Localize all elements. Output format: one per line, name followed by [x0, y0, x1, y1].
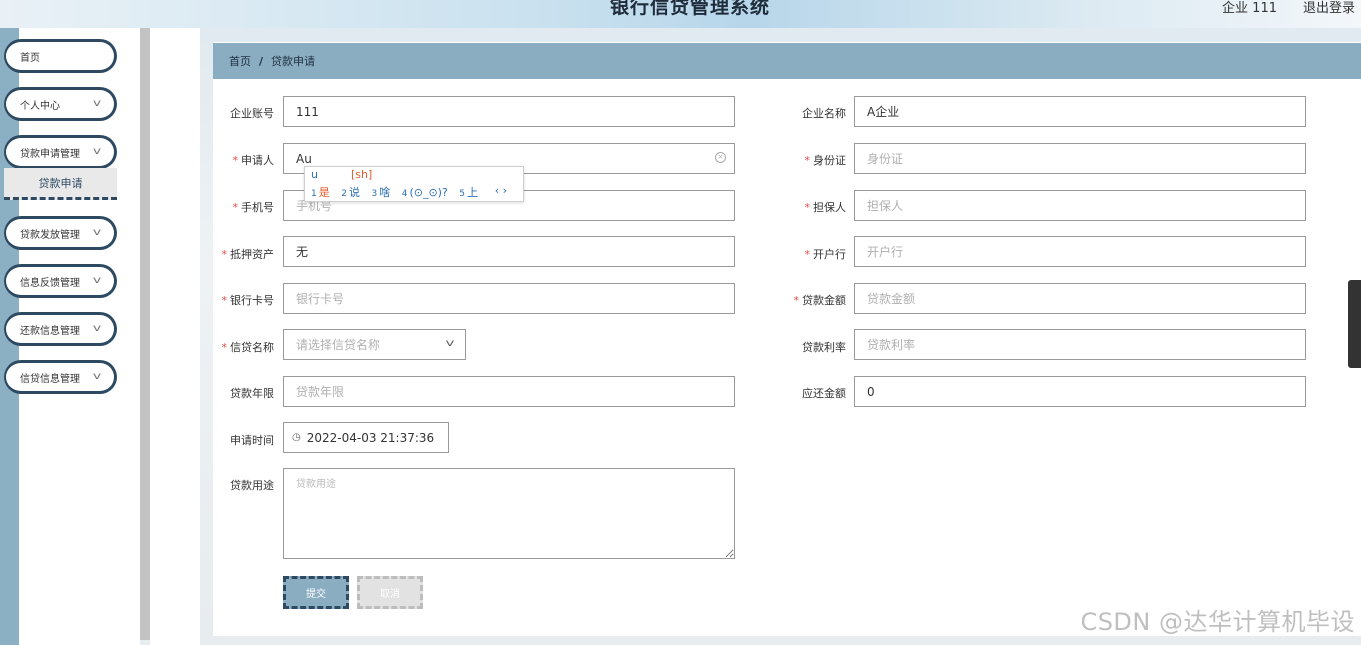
collateral-label: * 抵押资产 — [221, 248, 275, 261]
sidebar-item-feedback[interactable]: 信息反馈管理 v — [4, 264, 117, 298]
company-account-label: 企业账号 — [230, 107, 274, 120]
sidebar-item-label: 还款信息管理 — [20, 325, 80, 337]
sidebar-item-label: 首页 — [20, 52, 40, 64]
chevron-down-icon: v — [92, 227, 102, 238]
card-no-label: * 银行卡号 — [221, 294, 275, 307]
scrollbar-handle[interactable] — [1348, 280, 1361, 368]
apply-time-value: 2022-04-03 21:37:36 — [306, 430, 435, 445]
applicant-value: Au — [296, 151, 312, 166]
applicant-label: * 申请人 — [232, 154, 275, 167]
sidebar-item-label: 信息反馈管理 — [20, 277, 80, 289]
sidebar-item-credit-info[interactable]: 信贷信息管理 v — [4, 360, 117, 394]
ime-candidate[interactable]: 2说 — [341, 186, 360, 199]
breadcrumb-separator: / — [259, 54, 264, 68]
top-header: 银行信贷管理系统 企业 111 退出登录 — [0, 0, 1361, 28]
credit-name-label: * 信贷名称 — [221, 341, 275, 354]
system-title: 银行信贷管理系统 — [609, 0, 770, 18]
submenu-item-loan-apply[interactable]: 贷款申请 — [4, 168, 117, 200]
id-card-label: * 身份证 — [804, 154, 847, 167]
ime-candidate[interactable]: 3啥 — [371, 186, 390, 199]
payable-label: 应还金额 — [802, 387, 846, 400]
payable-field[interactable]: 0 — [854, 376, 1306, 407]
company-name-label: 企业名称 — [802, 107, 846, 120]
rate-label: 贷款利率 — [802, 341, 846, 354]
ime-candidate[interactable]: 4 (⊙_⊙)? — [402, 186, 448, 199]
clear-icon[interactable]: × — [715, 152, 726, 163]
company-account-field[interactable]: 111 — [283, 96, 735, 127]
sidebar-item-personal-center[interactable]: 个人中心 v — [4, 87, 117, 121]
chevron-down-icon: v — [92, 371, 102, 382]
sidebar-item-label: 贷款发放管理 — [20, 229, 80, 241]
apply-time-field[interactable]: ◷ 2022-04-03 21:37:36 — [283, 422, 449, 453]
rate-field[interactable]: 贷款利率 — [854, 329, 1306, 360]
sidebar-item-home[interactable]: 首页 — [4, 39, 117, 73]
cancel-button[interactable]: 取消 — [357, 576, 423, 609]
chevron-down-icon: v — [92, 323, 102, 334]
ime-candidate[interactable]: 5上 — [459, 186, 478, 199]
content-gutter — [150, 28, 200, 645]
ime-candidate[interactable]: 1是 — [311, 186, 330, 199]
bank-label: * 开户行 — [804, 248, 847, 261]
ime-composition: u — [311, 168, 318, 181]
term-field[interactable]: 贷款年限 — [283, 376, 735, 407]
clock-icon: ◷ — [292, 432, 301, 443]
purpose-label: 贷款用途 — [230, 479, 274, 492]
sidebar-item-loan-disbursement[interactable]: 贷款发放管理 v — [4, 216, 117, 250]
breadcrumb: 首页 / 贷款申请 — [213, 43, 1361, 79]
sidebar-item-loan-application[interactable]: 贷款申请管理 v — [4, 135, 117, 169]
sidebar-item-repayment[interactable]: 还款信息管理 v — [4, 312, 117, 346]
term-label: 贷款年限 — [230, 387, 274, 400]
watermark: CSDN @达华计算机毕设 — [1080, 608, 1355, 636]
credit-name-placeholder: 请选择信贷名称 — [296, 338, 381, 352]
id-card-field[interactable]: 身份证 — [854, 143, 1306, 174]
chevron-down-icon: v — [92, 275, 102, 286]
amount-label: * 贷款金额 — [793, 294, 847, 307]
guarantor-field[interactable]: 担保人 — [854, 190, 1306, 221]
ime-candidates: 1是 2说 3啥 4 (⊙_⊙)? 5上 — [311, 184, 486, 200]
sidebar-item-label: 贷款申请管理 — [20, 148, 80, 160]
chevron-down-icon: v — [92, 98, 102, 109]
bank-field[interactable]: 开户行 — [854, 236, 1306, 267]
amount-field[interactable]: 贷款金额 — [854, 283, 1306, 314]
breadcrumb-current: 贷款申请 — [271, 55, 316, 68]
card-no-field[interactable]: 银行卡号 — [283, 283, 735, 314]
collateral-field[interactable]: 无 — [283, 236, 735, 267]
sidebar-divider — [140, 28, 150, 640]
current-user: 企业 111 — [1222, 1, 1277, 16]
chevron-down-icon: v — [445, 338, 455, 349]
apply-time-label: 申请时间 — [230, 434, 274, 447]
submit-button[interactable]: 提交 — [283, 576, 349, 609]
credit-name-select[interactable]: 请选择信贷名称 v — [283, 329, 466, 360]
ime-pinyin-hint: [sh] — [351, 168, 373, 181]
sidebar-item-label: 个人中心 — [20, 100, 60, 112]
ime-page-nav[interactable]: ‹ › — [495, 184, 507, 197]
company-name-field[interactable]: A企业 — [854, 96, 1306, 127]
phone-label: * 手机号 — [232, 201, 275, 214]
logout-link[interactable]: 退出登录 — [1303, 0, 1355, 16]
guarantor-label: * 担保人 — [804, 201, 847, 214]
sidebar-item-label: 信贷信息管理 — [20, 373, 80, 385]
breadcrumb-home[interactable]: 首页 — [229, 53, 251, 69]
purpose-textarea[interactable] — [283, 468, 735, 559]
chevron-down-icon: v — [92, 146, 102, 157]
ime-candidate-popup: u [sh] 1是 2说 3啥 4 (⊙_⊙)? 5上 ‹ › — [304, 166, 524, 202]
